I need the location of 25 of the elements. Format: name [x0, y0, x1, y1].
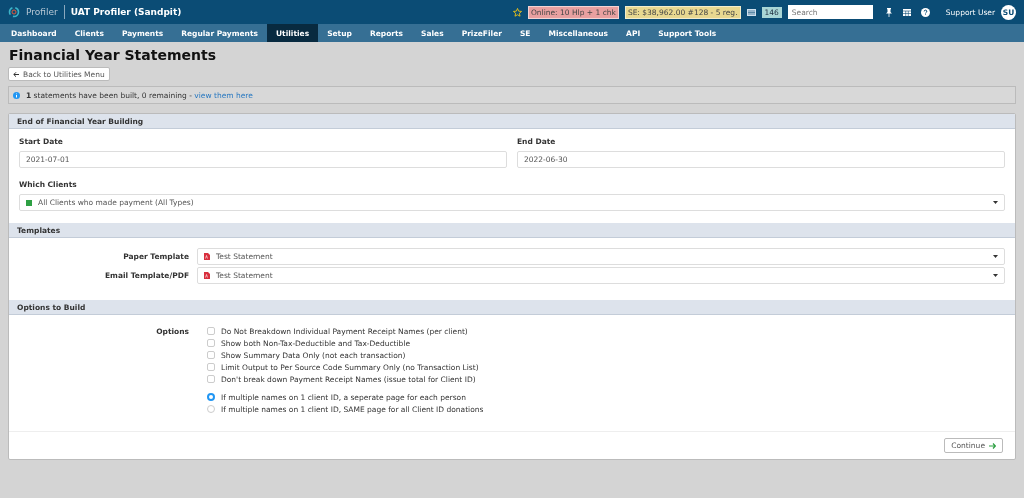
arrow-right-icon: [989, 442, 996, 449]
app-title: UAT Profiler (Sandpit): [70, 7, 182, 17]
pdf-file-icon: [204, 272, 210, 279]
status-square-icon: [26, 199, 32, 206]
radio-button[interactable]: [207, 393, 215, 401]
brand-name: Profiler: [26, 7, 58, 17]
checkbox[interactable]: [207, 327, 215, 335]
page-title: Financial Year Statements: [9, 47, 218, 63]
calendar-icon[interactable]: [902, 8, 911, 16]
logo-icon: [8, 6, 20, 18]
radio-button[interactable]: [207, 405, 215, 413]
star-icon[interactable]: [512, 7, 522, 17]
help-icon[interactable]: [920, 7, 930, 17]
caret-icon: [993, 274, 998, 277]
checkbox[interactable]: [207, 363, 215, 371]
checkbox[interactable]: [207, 375, 215, 383]
info-icon: [13, 91, 20, 99]
checkbox[interactable]: [207, 339, 215, 347]
caret-icon: [993, 201, 998, 204]
pdf-file-icon: [204, 253, 210, 260]
arrow-left-icon: [13, 71, 19, 77]
checkbox[interactable]: [207, 351, 215, 359]
pin-icon[interactable]: [884, 7, 893, 17]
caret-icon: [993, 255, 998, 258]
list-icon[interactable]: [746, 8, 756, 16]
